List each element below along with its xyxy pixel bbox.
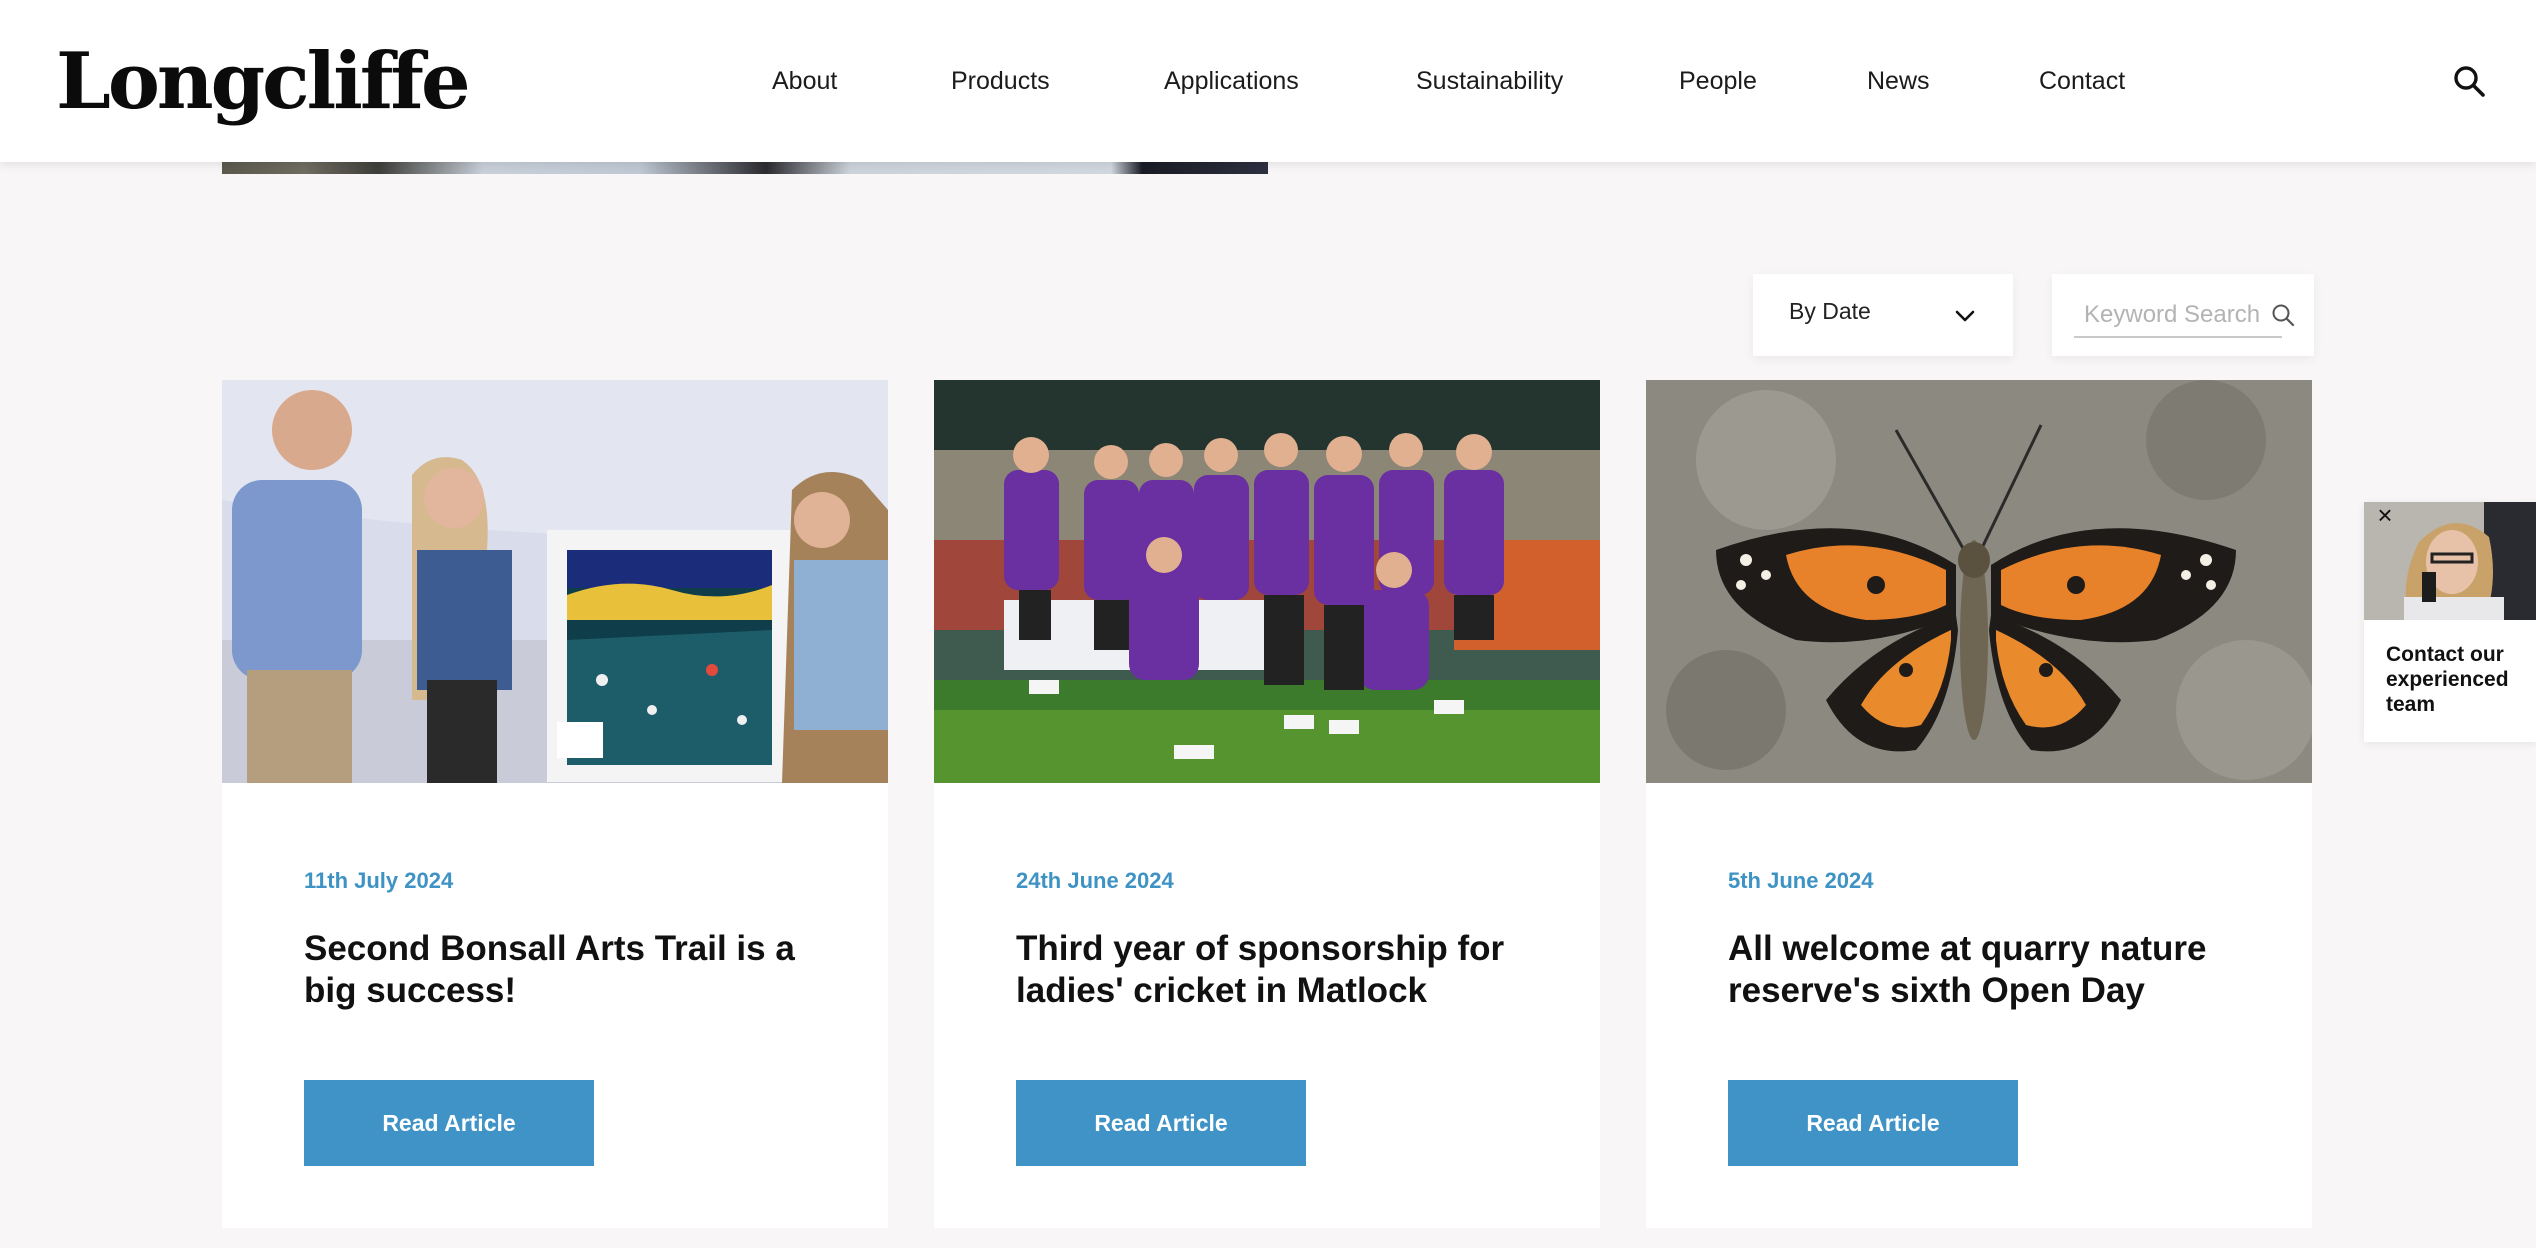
nav-item-sustainability[interactable]: Sustainability — [1416, 62, 1563, 100]
read-article-button[interactable]: Read Article — [1728, 1080, 2018, 1166]
article-image[interactable] — [222, 380, 888, 783]
article-image[interactable] — [934, 380, 1600, 783]
keyword-search — [2052, 274, 2314, 356]
nav-item-people[interactable]: People — [1679, 62, 1757, 100]
article-card: 24th June 2024 Third year of sponsorship… — [934, 380, 1600, 1228]
site-header: Longcliffe About Products Applications S… — [0, 0, 2536, 162]
article-title[interactable]: Third year of sponsorship for ladies' cr… — [1016, 928, 1536, 1012]
nav-item-products[interactable]: Products — [951, 62, 1050, 100]
search-icon[interactable] — [2270, 302, 2296, 328]
nav-item-applications[interactable]: Applications — [1164, 62, 1299, 100]
sort-label: By Date — [1789, 298, 1871, 324]
nav-item-contact[interactable]: Contact — [2039, 62, 2125, 100]
article-title[interactable]: Second Bonsall Arts Trail is a big succe… — [304, 928, 824, 1012]
article-title[interactable]: All welcome at quarry nature reserve's s… — [1728, 928, 2248, 1012]
article-card: 5th June 2024 All welcome at quarry natu… — [1646, 380, 2312, 1228]
article-image[interactable] — [1646, 380, 2312, 783]
keyword-search-input[interactable] — [2074, 294, 2282, 338]
read-article-button[interactable]: Read Article — [304, 1080, 594, 1166]
logo[interactable]: Longcliffe — [56, 38, 471, 126]
article-date: 24th June 2024 — [1016, 868, 1174, 893]
search-icon[interactable] — [2452, 64, 2486, 98]
chevron-down-icon — [1955, 310, 1975, 322]
sort-dropdown[interactable]: By Date — [1753, 274, 2013, 356]
read-article-button[interactable]: Read Article — [1016, 1080, 1306, 1166]
nav-item-news[interactable]: News — [1867, 62, 1930, 100]
close-icon[interactable]: × — [2372, 502, 2398, 528]
contact-widget-text[interactable]: Contact our experienced team — [2386, 642, 2531, 717]
article-date: 5th June 2024 — [1728, 868, 1874, 893]
article-card: 11th July 2024 Second Bonsall Arts Trail… — [222, 380, 888, 1228]
contact-widget[interactable]: × Contact our experienced team — [2364, 502, 2536, 742]
nav-item-about[interactable]: About — [772, 62, 837, 100]
article-date: 11th July 2024 — [304, 868, 454, 893]
